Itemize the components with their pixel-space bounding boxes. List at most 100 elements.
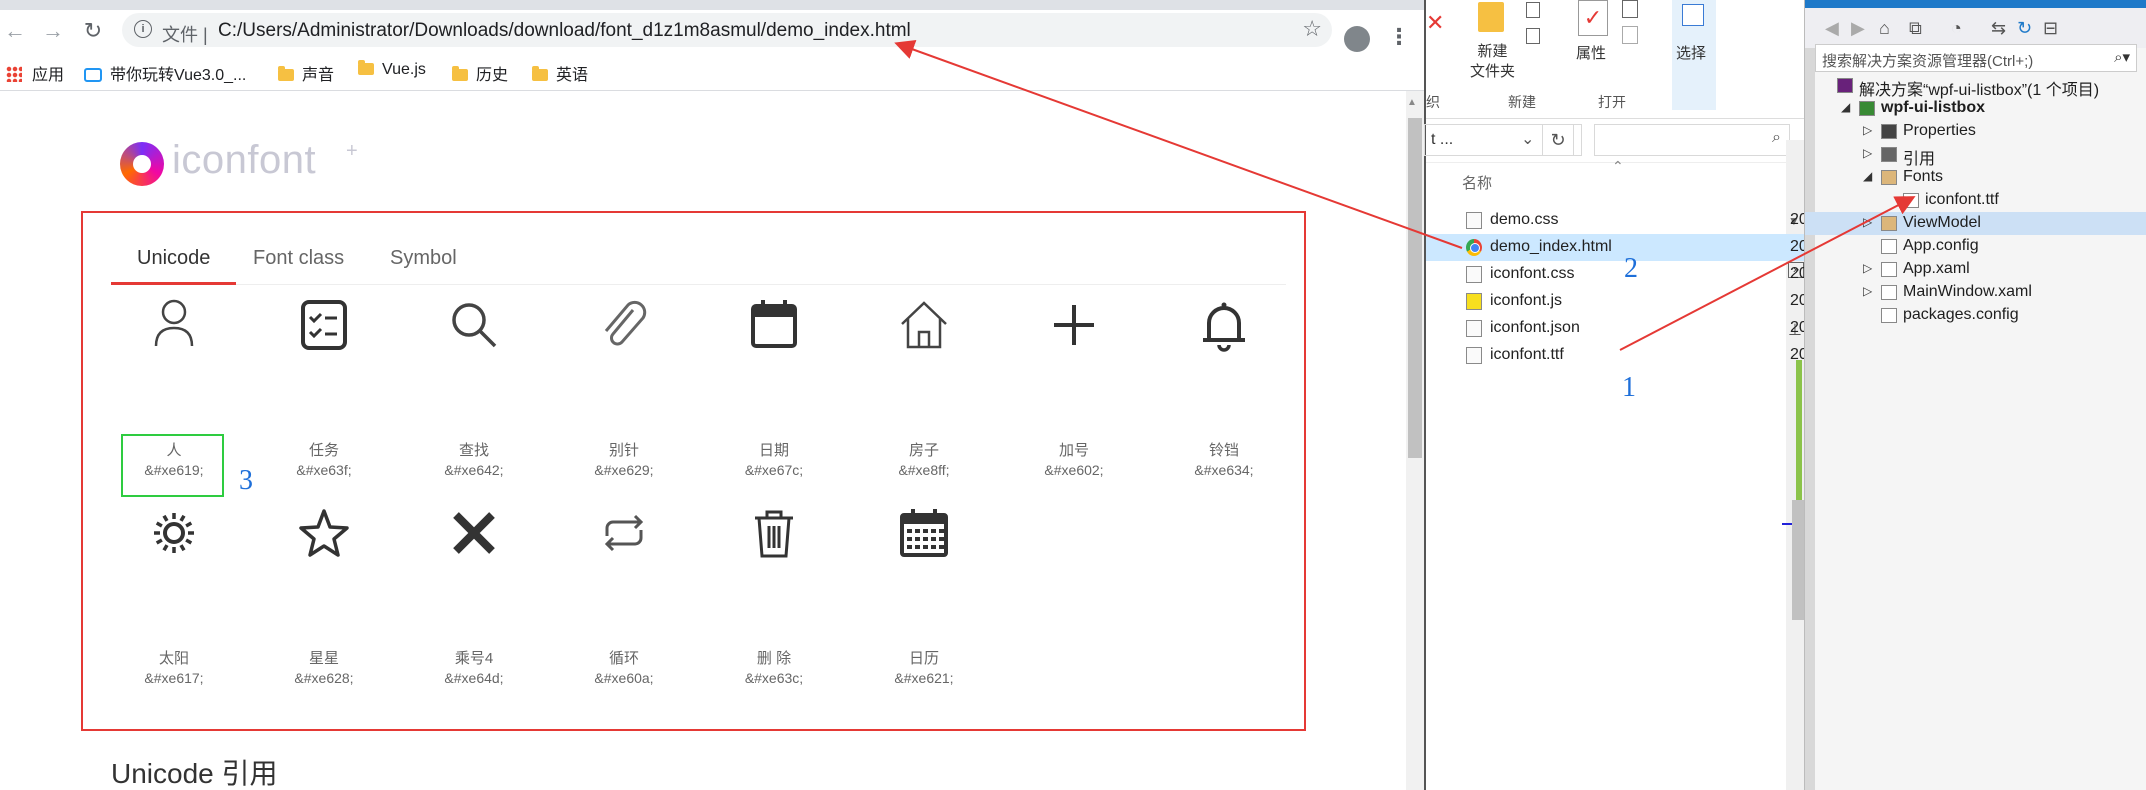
back-icon[interactable]: ◀ <box>1825 18 1839 39</box>
search-icon[interactable]: ⌕▾ <box>2114 48 2130 66</box>
chevron-down-icon[interactable]: ⌄ <box>1521 129 1534 149</box>
forward-icon[interactable]: ▶ <box>1851 18 1865 39</box>
expand-arrow-icon[interactable]: ▷ <box>1863 284 1872 298</box>
browser-toolbar: ← → ↻ i 文件 | C:/Users/Administrator/Down… <box>0 10 1424 52</box>
expand-arrow-icon[interactable]: ▷ <box>1863 261 1872 275</box>
info-icon[interactable]: i <box>134 20 152 38</box>
collapse-arrow-icon[interactable]: ◢ <box>1863 169 1872 183</box>
file-name: iconfont.json <box>1490 319 1580 336</box>
select-button[interactable]: 选择 <box>1676 42 1706 63</box>
trash-icon[interactable] <box>739 498 809 568</box>
file-name: iconfont.js <box>1490 292 1563 309</box>
bookmark-apps[interactable]: 应用 <box>6 61 64 85</box>
multiply-icon[interactable] <box>439 498 509 568</box>
expand-arrow-icon[interactable]: ▷ <box>1863 123 1872 137</box>
date-icon[interactable] <box>739 290 809 360</box>
iconfont-logo-plus: + <box>346 140 358 162</box>
expand-arrow-icon[interactable]: ▷ <box>1863 146 1872 160</box>
calendar-icon[interactable] <box>889 498 959 568</box>
tab-divider <box>111 284 1286 285</box>
scroll-up-arrow[interactable]: ▲ <box>1407 97 1417 108</box>
solution-tree-item[interactable]: 解决方案“wpf-ui-listbox”(1 个项目) <box>1805 74 2146 99</box>
new-item-icon[interactable] <box>1526 2 1540 18</box>
icon-name-label: 查找 <box>458 442 489 459</box>
solution-tree-item[interactable]: ▷ App.xaml <box>1805 258 2146 281</box>
properties-button[interactable]: 属性 <box>1576 42 1606 63</box>
xaml-icon <box>1881 285 1897 300</box>
refresh-icon[interactable]: ↻ <box>2017 18 2032 39</box>
file-row[interactable]: iconfont.js 20 <box>1426 288 1808 315</box>
back-button[interactable]: ← <box>2 18 28 44</box>
solution-tree-item[interactable]: ◢ wpf-ui-listbox <box>1805 97 2146 120</box>
task-list-icon[interactable] <box>289 290 359 360</box>
solution-tree-item[interactable]: ◢ Fonts <box>1805 166 2146 189</box>
browser-menu-icon[interactable]: ⋮ <box>1388 24 1410 50</box>
css-file-icon <box>1466 266 1482 283</box>
edit-icon[interactable] <box>1622 26 1638 44</box>
loop-icon[interactable] <box>589 498 659 568</box>
file-row[interactable]: iconfont.ttf 20 <box>1426 342 1808 369</box>
address-bar[interactable]: i 文件 | C:/Users/Administrator/Downloads/… <box>122 13 1332 47</box>
icon-name-label: 星星 <box>308 650 339 667</box>
scrollbar-thumb[interactable] <box>1408 118 1422 458</box>
file-row[interactable]: iconfont.json 20 <box>1426 315 1808 342</box>
icon-unicode-code: &#xe60a; <box>594 670 654 686</box>
home-icon[interactable]: ⌂ <box>1879 18 1890 39</box>
icon-name-label: 加号 <box>1058 442 1089 459</box>
easy-access-icon[interactable] <box>1526 28 1540 44</box>
url-text[interactable]: C:/Users/Administrator/Downloads/downloa… <box>218 20 911 42</box>
properties-icon[interactable]: ✓ <box>1578 0 1608 36</box>
collapse-arrow-icon[interactable]: ◢ <box>1841 100 1850 114</box>
explorer-scroll-thumb[interactable] <box>1792 500 1804 620</box>
refresh-button[interactable]: ↻ <box>1542 124 1574 156</box>
tab-symbol[interactable]: Symbol <box>390 247 457 270</box>
solution-tree-item[interactable]: ▷ Properties <box>1805 120 2146 143</box>
solution-tree-item[interactable]: packages.config <box>1805 304 2146 327</box>
plus-icon[interactable] <box>1039 290 1109 360</box>
person-icon[interactable] <box>139 290 209 360</box>
new-folder-icon[interactable] <box>1478 2 1504 32</box>
paperclip-icon[interactable] <box>589 290 659 360</box>
solution-search-input[interactable]: 搜索解决方案资源管理器(Ctrl+;) ⌕▾ <box>1815 44 2137 72</box>
file-row[interactable]: demo.css 20 <box>1426 207 1808 234</box>
file-row[interactable]: iconfont.css 20 <box>1426 261 1808 288</box>
new-folder-button[interactable]: 新建 文件夹 <box>1470 42 1515 82</box>
select-all-icon[interactable] <box>1682 4 1704 26</box>
profile-avatar[interactable] <box>1344 26 1370 52</box>
reload-button[interactable]: ↻ <box>80 18 106 44</box>
solution-tree-item[interactable]: ▷ MainWindow.xaml <box>1805 281 2146 304</box>
collapse-all-icon[interactable]: ⊟ <box>2043 18 2058 39</box>
search-icon[interactable] <box>439 290 509 360</box>
bookmark-folder-vuejs[interactable]: Vue.js <box>358 60 426 79</box>
bookmark-star-icon[interactable]: ☆ <box>1302 16 1322 42</box>
file-row[interactable]: demo_index.html 20 <box>1426 234 1808 261</box>
open-icon[interactable] <box>1622 0 1638 18</box>
house-icon[interactable] <box>889 290 959 360</box>
explorer-search-input[interactable]: ⌕ <box>1594 124 1790 156</box>
bell-icon[interactable] <box>1189 290 1259 360</box>
star-icon[interactable] <box>289 498 359 568</box>
switch-views-icon[interactable]: ⧉ <box>1909 18 1922 39</box>
folder-icon <box>452 66 468 81</box>
sun-icon[interactable] <box>139 498 209 568</box>
expand-arrow-icon[interactable]: ▷ <box>1863 215 1872 229</box>
bookmark-vue3-course[interactable]: 带你玩转Vue3.0_... <box>84 61 246 85</box>
tab-font-class[interactable]: Font class <box>253 247 344 270</box>
solution-tree-item[interactable]: ▷ 引用 <box>1805 143 2146 168</box>
xaml-icon <box>1881 262 1897 277</box>
ribbon-group-open: 打开 <box>1598 94 1626 110</box>
forward-button[interactable]: → <box>40 18 66 44</box>
icon-name-label: 太阳 <box>158 650 189 667</box>
solution-tree-item[interactable]: ▷ ViewModel <box>1805 212 2146 235</box>
solution-tree-item[interactable]: App.config <box>1805 235 2146 258</box>
tab-unicode[interactable]: Unicode <box>137 247 210 270</box>
pending-changes-icon[interactable]: ◔ <box>1951 18 1962 39</box>
bookmark-folder-history[interactable]: 历史 <box>452 61 508 85</box>
bookmark-folder-sound[interactable]: 声音 <box>278 61 334 85</box>
solution-tree-item[interactable]: iconfont.ttf <box>1805 189 2146 212</box>
column-header-name[interactable]: 名称 <box>1462 172 1492 193</box>
js-file-icon <box>1466 293 1482 310</box>
bookmark-folder-english[interactable]: 英语 <box>532 61 588 85</box>
delete-icon[interactable]: ✕ <box>1426 10 1444 36</box>
sync-icon[interactable]: ⇆ <box>1991 18 2006 39</box>
